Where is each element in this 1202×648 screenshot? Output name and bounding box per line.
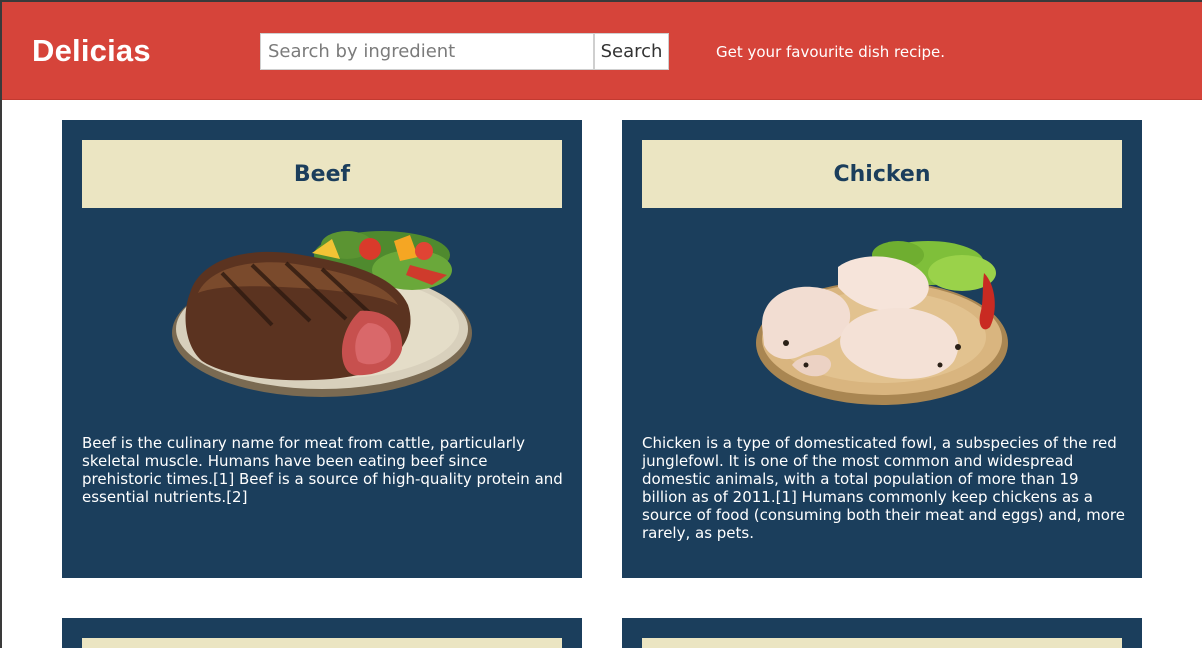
brand-logo[interactable]: Delicias xyxy=(32,33,151,69)
top-header: Delicias Search Get your favourite dish … xyxy=(2,2,1202,100)
chicken-dish-image xyxy=(756,241,1008,405)
search-input[interactable] xyxy=(260,33,594,70)
card-description: Chicken is a type of domesticated fowl, … xyxy=(642,434,1125,542)
page: Delicias Search Get your favourite dish … xyxy=(0,0,1202,648)
card-title-bar xyxy=(642,638,1122,648)
recipe-card-beef[interactable]: Beef Beef is the culinary name for meat … xyxy=(62,120,582,578)
recipe-card-4[interactable] xyxy=(622,618,1142,648)
card-title-bar: Chicken xyxy=(642,140,1122,208)
tagline: Get your favourite dish recipe. xyxy=(716,43,946,61)
card-title-bar: Beef xyxy=(82,140,562,208)
recipe-card-chicken[interactable]: Chicken Chicken is a type of domesticate… xyxy=(622,120,1142,578)
card-title: Chicken xyxy=(833,161,931,187)
beef-dish-image xyxy=(172,231,472,397)
card-title-bar xyxy=(82,638,562,648)
card-description: Beef is the culinary name for meat from … xyxy=(82,434,563,506)
recipe-card-3[interactable] xyxy=(62,618,582,648)
search-button[interactable]: Search xyxy=(594,33,669,70)
card-title: Beef xyxy=(293,161,351,187)
